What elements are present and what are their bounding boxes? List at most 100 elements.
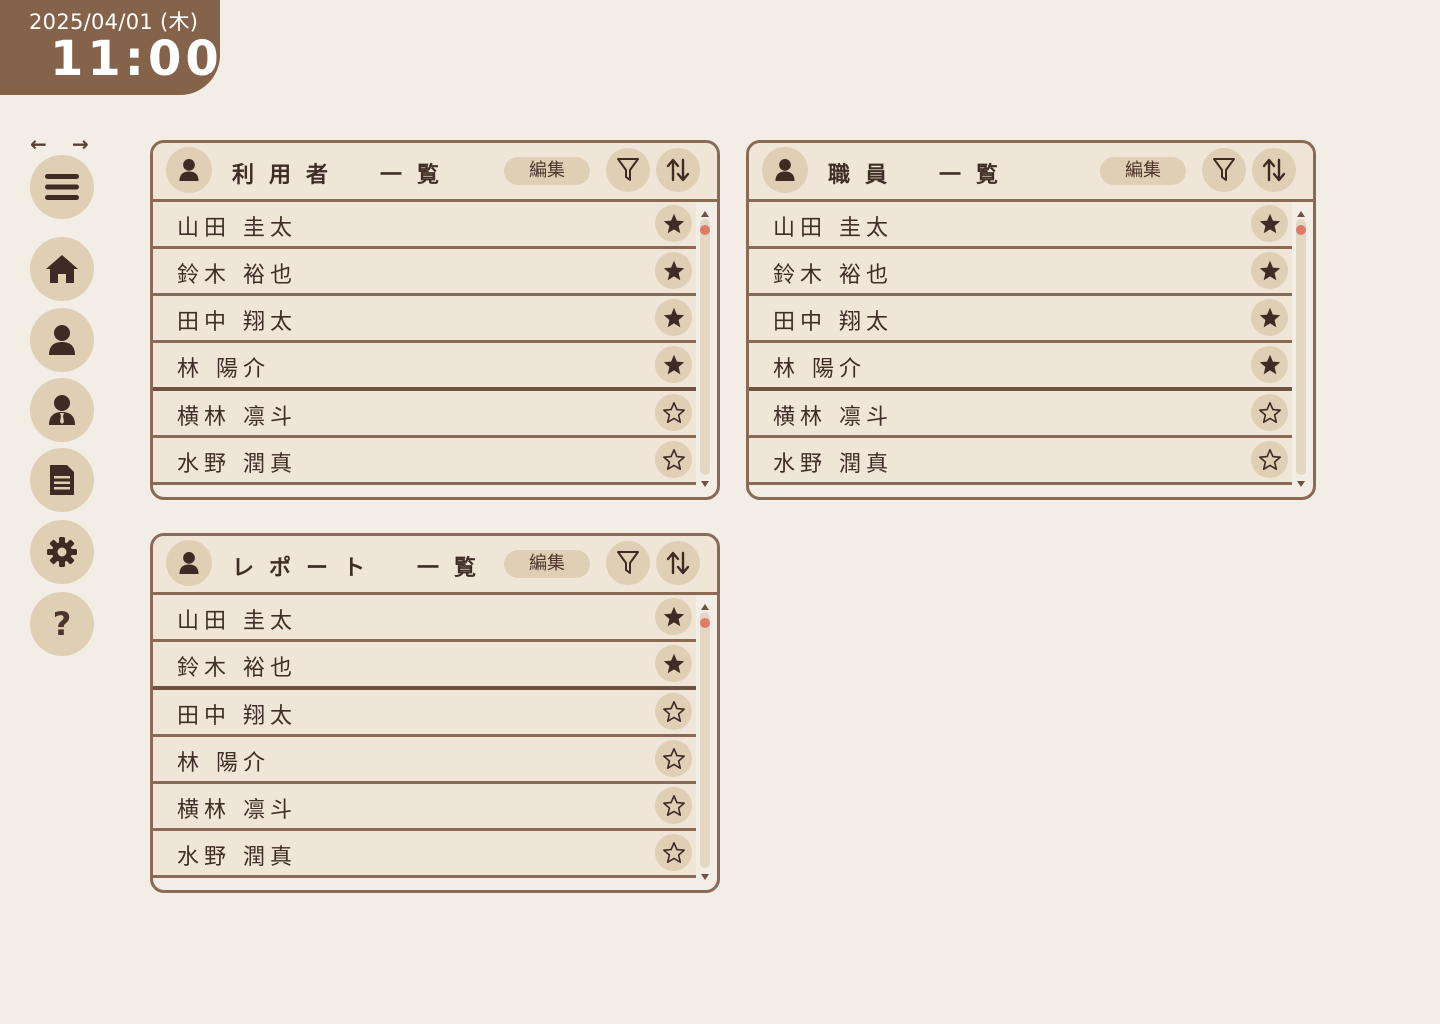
- list-item[interactable]: 山田 圭太: [153, 595, 696, 642]
- user-icon: [49, 325, 75, 355]
- home-icon: [46, 255, 78, 283]
- scrollbar[interactable]: [698, 598, 712, 882]
- reports-panel: レポート 一覧 編集 山田 圭太 鈴木 裕也 田中 翔太林 陽介 横林 凛斗 水野 潤真: [150, 533, 720, 893]
- panel-header: 職員 一覧 編集: [749, 143, 1313, 202]
- staff-panel: 職員 一覧 編集山田 圭太鈴木 裕也 田中 翔太林 陽介 横林 凛斗 水野 潤真: [746, 140, 1316, 500]
- favorite-toggle[interactable]: [655, 740, 692, 777]
- sort-button[interactable]: [656, 541, 700, 585]
- list-item-name: 鈴木 裕也: [177, 656, 297, 681]
- favorite-toggle[interactable]: [655, 252, 692, 289]
- filter-button[interactable]: [1202, 148, 1246, 192]
- edit-button[interactable]: 編集: [504, 550, 590, 578]
- scroll-track[interactable]: [1296, 219, 1306, 475]
- sort-icon: [1262, 158, 1286, 182]
- list-item[interactable]: 山田 圭太: [153, 202, 696, 249]
- star-filled-icon: [663, 354, 684, 374]
- favorite-toggle[interactable]: [655, 693, 692, 730]
- scroll-down-icon[interactable]: [1297, 481, 1305, 487]
- filter-button[interactable]: [606, 148, 650, 192]
- favorite-toggle[interactable]: [655, 346, 692, 383]
- favorite-toggle[interactable]: [1251, 252, 1288, 289]
- favorite-toggle[interactable]: [655, 834, 692, 871]
- scroll-down-icon[interactable]: [701, 874, 709, 880]
- scroll-up-icon[interactable]: [701, 604, 709, 610]
- favorite-toggle[interactable]: [1251, 346, 1288, 383]
- star-filled-icon: [1259, 260, 1280, 280]
- sort-icon: [666, 551, 690, 575]
- list-item[interactable]: 鈴木 裕也: [153, 642, 696, 690]
- favorite-toggle[interactable]: [1251, 299, 1288, 336]
- scroll-up-icon[interactable]: [701, 211, 709, 217]
- list-item-name: 山田 圭太: [177, 216, 297, 241]
- scroll-thumb[interactable]: [700, 225, 710, 235]
- list-item[interactable]: 林 陽介: [153, 737, 696, 784]
- document-button[interactable]: [30, 448, 94, 512]
- list-item[interactable]: 水野 潤真: [153, 438, 696, 485]
- favorite-toggle[interactable]: [1251, 205, 1288, 242]
- sort-button[interactable]: [656, 148, 700, 192]
- staff-button[interactable]: [30, 378, 94, 442]
- sort-button[interactable]: [1252, 148, 1296, 192]
- star-outline-icon: [662, 700, 685, 722]
- back-arrow-icon[interactable]: ←: [30, 132, 47, 156]
- gear-icon: [47, 537, 77, 567]
- scroll-down-icon[interactable]: [701, 481, 709, 487]
- list-item[interactable]: 水野 潤真: [749, 438, 1292, 485]
- favorite-toggle[interactable]: [655, 441, 692, 478]
- star-filled-icon: [1259, 213, 1280, 233]
- list-item[interactable]: 林 陽介: [153, 343, 696, 391]
- list-item[interactable]: 田中 翔太: [153, 296, 696, 343]
- star-filled-icon: [1259, 354, 1280, 374]
- scroll-track[interactable]: [700, 612, 710, 868]
- list-item[interactable]: 水野 潤真: [153, 831, 696, 878]
- favorite-toggle[interactable]: [655, 394, 692, 431]
- star-outline-icon: [1258, 401, 1281, 423]
- favorite-toggle[interactable]: [1251, 441, 1288, 478]
- list-item[interactable]: 鈴木 裕也: [153, 249, 696, 296]
- favorite-toggle[interactable]: [1251, 394, 1288, 431]
- favorite-toggle[interactable]: [655, 299, 692, 336]
- help-button[interactable]: ?: [30, 592, 94, 656]
- person-icon: [775, 159, 795, 181]
- list-item-name: 横林 凛斗: [177, 798, 297, 823]
- list-item-name: 林 陽介: [177, 751, 270, 776]
- scrollbar[interactable]: [1294, 205, 1308, 489]
- filter-icon: [617, 551, 639, 574]
- scroll-thumb[interactable]: [700, 618, 710, 628]
- edit-button[interactable]: 編集: [504, 157, 590, 185]
- list-item[interactable]: 山田 圭太: [749, 202, 1292, 249]
- home-button[interactable]: [30, 237, 94, 301]
- list-item-name: 山田 圭太: [773, 216, 893, 241]
- person-icon: [179, 552, 199, 574]
- scrollbar[interactable]: [698, 205, 712, 489]
- favorite-toggle[interactable]: [655, 205, 692, 242]
- clock-time: 11:00: [50, 31, 223, 87]
- favorite-toggle[interactable]: [655, 645, 692, 682]
- settings-button[interactable]: [30, 520, 94, 584]
- scroll-thumb[interactable]: [1296, 225, 1306, 235]
- menu-icon: [45, 174, 79, 200]
- list-item[interactable]: 田中 翔太: [749, 296, 1292, 343]
- list-item[interactable]: 横林 凛斗: [153, 391, 696, 438]
- scroll-track[interactable]: [700, 219, 710, 475]
- list-item[interactable]: 鈴木 裕也: [749, 249, 1292, 296]
- scroll-up-icon[interactable]: [1297, 211, 1305, 217]
- person-icon: [179, 159, 199, 181]
- star-outline-icon: [662, 401, 685, 423]
- list-item[interactable]: 横林 凛斗: [153, 784, 696, 831]
- document-icon: [50, 465, 74, 495]
- list-item[interactable]: 林 陽介: [749, 343, 1292, 391]
- favorite-toggle[interactable]: [655, 598, 692, 635]
- menu-button[interactable]: [30, 155, 94, 219]
- help-icon: ?: [52, 605, 72, 643]
- star-filled-icon: [663, 260, 684, 280]
- list-item[interactable]: 田中 翔太: [153, 690, 696, 737]
- forward-arrow-icon[interactable]: →: [72, 132, 89, 156]
- list-item-name: 水野 潤真: [177, 845, 297, 870]
- star-filled-icon: [663, 606, 684, 626]
- list-item[interactable]: 横林 凛斗: [749, 391, 1292, 438]
- favorite-toggle[interactable]: [655, 787, 692, 824]
- filter-button[interactable]: [606, 541, 650, 585]
- edit-button[interactable]: 編集: [1100, 157, 1186, 185]
- user-button[interactable]: [30, 308, 94, 372]
